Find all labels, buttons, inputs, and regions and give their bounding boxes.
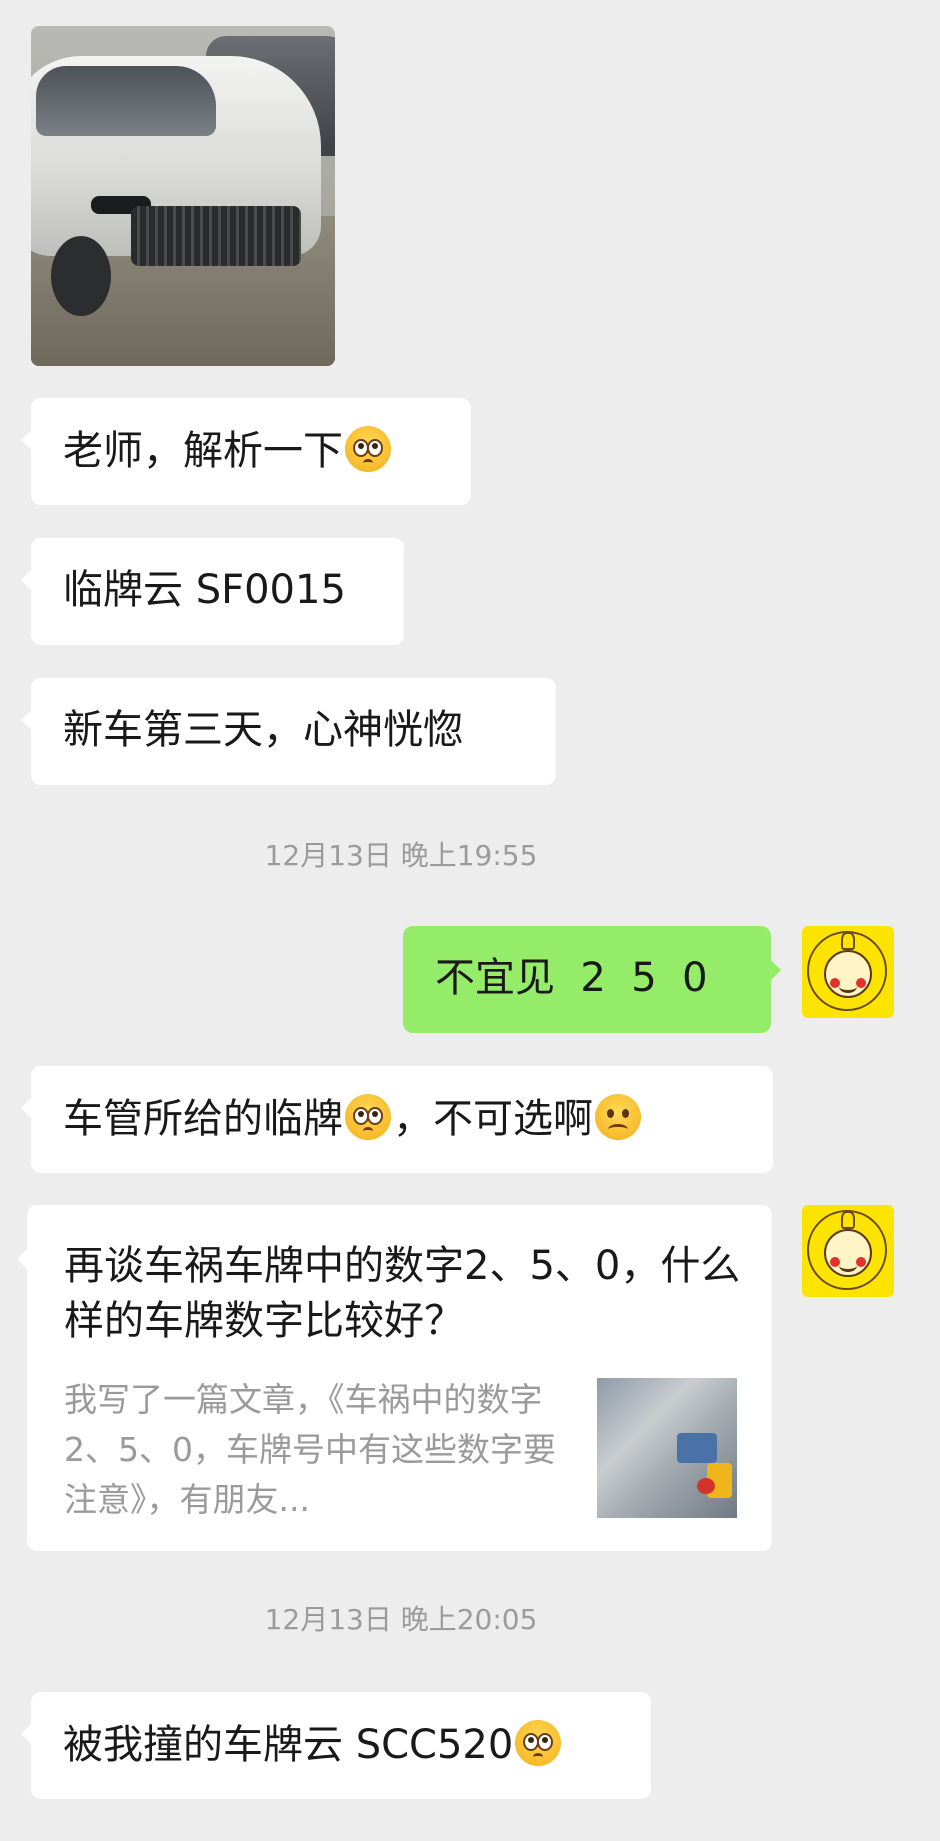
message-text: 临牌云 SF0015 [63,567,346,613]
message-text-content: 被我撞的车牌云 SCC520 [63,1722,514,1768]
face-with-rolling-eyes-icon [345,426,391,472]
photo-car-wheel [51,236,111,316]
incoming-message-bubble[interactable]: 新车第三天，心神恍惚 [21,678,556,785]
incoming-message-bubble[interactable]: 被我撞的车牌云 SCC520 [21,1692,651,1799]
message-text: 车管所给的临牌 ，不可选啊 [63,1094,643,1143]
user-avatar[interactable] [802,926,894,1018]
article-title: 再谈车祸车牌中的数字2、5、0，什么样的车牌数字比较好？ [64,1243,741,1344]
buddha-face-icon [824,1229,872,1277]
user-avatar[interactable] [802,1205,894,1297]
incoming-message-bubble[interactable]: 老师，解析一下 [21,398,471,505]
slightly-frowning-face-icon [595,1094,641,1140]
message-text: 老师，解析一下 [63,426,393,475]
outgoing-message-bubble[interactable]: 不宜见 2 5 0 [403,926,781,1033]
message-text: 新车第三天，心神恍惚 [63,707,463,753]
buddha-face-icon [824,950,872,998]
photo-car-grille [131,206,301,266]
message-text-content: 老师，解析一下 [63,428,343,474]
incoming-message-bubble[interactable]: 车管所给的临牌 ，不可选啊 [21,1066,773,1173]
photo-car-windshield [36,66,216,136]
face-with-rolling-eyes-icon [345,1094,391,1140]
timestamp: 12月13日 晚上20:05 [264,1603,538,1636]
incoming-image-message[interactable] [31,26,335,366]
face-with-rolling-eyes-icon [515,1720,562,1766]
avatar-crown [841,932,855,950]
article-thumbnail [597,1378,737,1518]
article-description: 我写了一篇文章，《车祸中的数字2、5、0，车牌号中有这些数字要注意》，有朋友..… [64,1380,556,1519]
message-text-part: 车管所给的临牌 [63,1096,343,1142]
timestamp: 12月13日 晚上19:55 [264,839,538,872]
shared-article-card[interactable]: 再谈车祸车牌中的数字2、5、0，什么样的车牌数字比较好？ 我写了一篇文章，《车祸… [17,1205,772,1551]
message-text: 被我撞的车牌云 SCC520 [63,1720,563,1769]
message-text-part: ，不可选啊 [393,1096,593,1142]
incoming-message-bubble[interactable]: 临牌云 SF0015 [21,538,404,645]
message-text: 不宜见 2 5 0 [435,955,708,1001]
photo-damaged-car [31,56,321,316]
avatar-crown [841,1211,855,1229]
